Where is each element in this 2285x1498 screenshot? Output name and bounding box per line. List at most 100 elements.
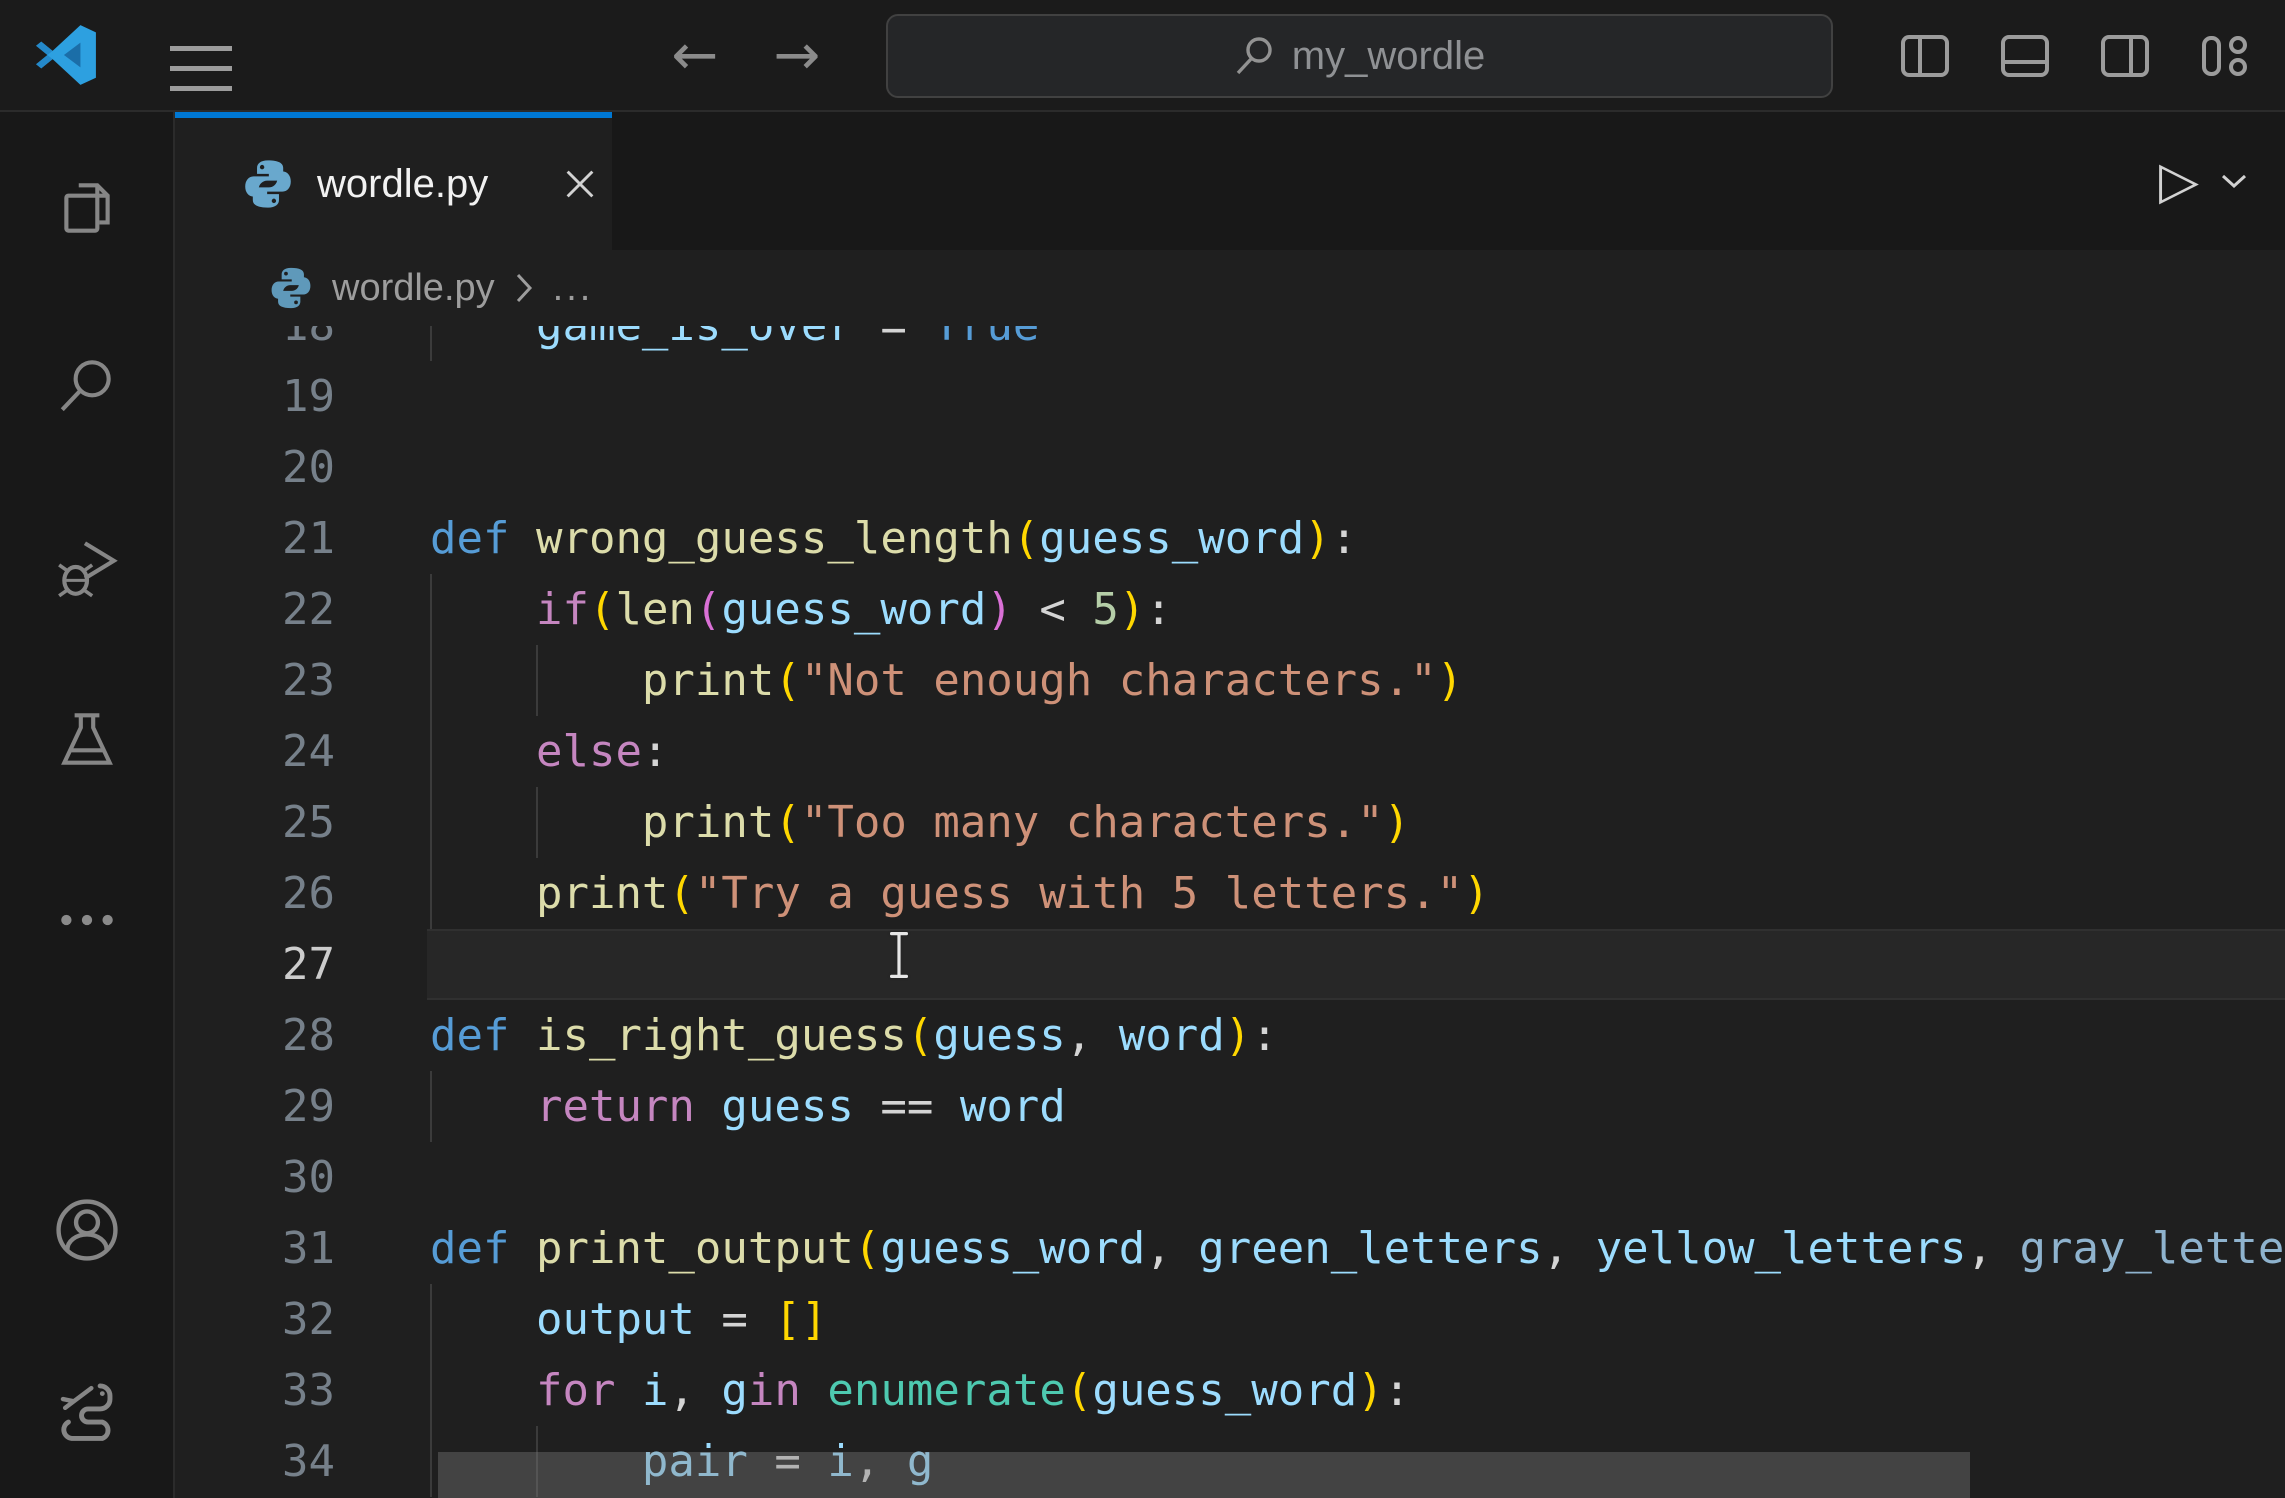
code-line[interactable]: 23 print("Not enough characters.") <box>175 645 2285 716</box>
more-ellipsis-icon[interactable] <box>52 885 122 955</box>
code-line[interactable]: 27 <box>175 929 2285 1000</box>
code-line-content[interactable]: print("Try a guess with 5 letters.") <box>430 858 2285 929</box>
token-b1: ( <box>668 868 695 919</box>
line-number[interactable]: 34 <box>175 1426 335 1497</box>
token-kw: def <box>430 1010 536 1061</box>
token-type: enumerate <box>827 1365 1065 1416</box>
indent-guide <box>430 716 432 787</box>
line-number[interactable]: 27 <box>175 929 335 1000</box>
search-icon[interactable] <box>52 351 122 421</box>
breadcrumb-ellipsis[interactable]: ... <box>553 267 594 310</box>
run-play-icon[interactable]: ▷ <box>2159 155 2199 207</box>
customize-layout-icon[interactable] <box>2193 24 2257 88</box>
search-command-center[interactable]: my_wordle <box>886 14 1833 98</box>
code-line[interactable]: 19 <box>175 361 2285 432</box>
code-line[interactable]: 22 if(len(guess_word) < 5): <box>175 574 2285 645</box>
chevron-down-icon[interactable] <box>2219 171 2249 191</box>
nav-back-button[interactable]: ← <box>660 8 730 104</box>
code-line[interactable]: 31 def print_output(guess_word, green_let… <box>175 1213 2285 1284</box>
line-number[interactable]: 22 <box>175 574 335 645</box>
code-line[interactable]: 33 for i, gin enumerate(guess_word): <box>175 1355 2285 1426</box>
token-var: guess_word <box>721 584 986 635</box>
code-line-content[interactable]: output = [] <box>430 1284 2285 1355</box>
line-number[interactable]: 30 <box>175 1142 335 1213</box>
code-line[interactable]: 24 else: <box>175 716 2285 787</box>
vscode-logo-icon <box>33 22 99 88</box>
token-fn: wrong_guess_length <box>536 513 1013 564</box>
python-snake-icon[interactable] <box>52 1375 122 1445</box>
code-line[interactable]: 32 output = [] <box>175 1284 2285 1355</box>
code-line[interactable]: 28 def is_right_guess(guess, word): <box>175 1000 2285 1071</box>
code-line-content[interactable]: print("Not enough characters.") <box>430 645 2285 716</box>
account-icon[interactable] <box>52 1195 122 1265</box>
code-line-content[interactable]: for i, gin enumerate(guess_word): <box>430 1355 2285 1426</box>
run-debug-icon[interactable] <box>52 533 122 603</box>
token-ctrl: for <box>536 1365 642 1416</box>
code-line[interactable]: 29 return guess == word <box>175 1071 2285 1142</box>
chevron-right-icon <box>513 271 535 305</box>
line-number[interactable]: 24 <box>175 716 335 787</box>
token-kw: def <box>430 1223 536 1274</box>
close-icon[interactable] <box>558 162 602 206</box>
token-kw: def <box>430 513 536 564</box>
line-number[interactable]: 26 <box>175 858 335 929</box>
menu-hamburger-icon[interactable] <box>170 46 232 94</box>
toggle-panel-bottom-icon[interactable] <box>1993 24 2057 88</box>
token-op: : <box>642 726 669 777</box>
token-b1: ) <box>1119 584 1146 635</box>
token-fn: print <box>536 868 668 919</box>
token-b1: ( <box>774 655 801 706</box>
line-number[interactable]: 19 <box>175 361 335 432</box>
tab-label: wordle.py <box>317 162 488 207</box>
line-number[interactable]: 33 <box>175 1355 335 1426</box>
line-number[interactable]: 31 <box>175 1213 335 1284</box>
line-number[interactable]: 25 <box>175 787 335 858</box>
token-b2: ) <box>986 584 1013 635</box>
testing-flask-icon[interactable] <box>52 705 122 775</box>
line-number[interactable]: 32 <box>175 1284 335 1355</box>
toggle-panel-left-icon[interactable] <box>1893 24 1957 88</box>
code-line[interactable]: 30 <box>175 1142 2285 1213</box>
code-line[interactable]: 21 def wrong_guess_length(guess_word): <box>175 503 2285 574</box>
horizontal-scrollbar-thumb[interactable] <box>438 1452 1970 1498</box>
breadcrumbs: wordle.py ... <box>175 250 2285 326</box>
line-number[interactable]: 23 <box>175 645 335 716</box>
code-line-content[interactable]: else: <box>430 716 2285 787</box>
code-line-content[interactable]: def wrong_guess_length(guess_word): <box>430 503 2285 574</box>
code-line-content[interactable]: def print_output(guess_word, green_lette… <box>430 1213 2285 1284</box>
token-op: , <box>668 1365 721 1416</box>
python-icon <box>241 157 295 211</box>
vscode-window: ← → my_wordle <box>0 0 2285 1498</box>
token-b1: ) <box>1384 797 1411 848</box>
explorer-files-icon[interactable] <box>52 173 122 243</box>
line-number[interactable]: 28 <box>175 1000 335 1071</box>
code-line-content[interactable]: if(len(guess_word) < 5): <box>430 574 2285 645</box>
line-number[interactable]: 21 <box>175 503 335 574</box>
code-line[interactable]: 26 print("Try a guess with 5 letters.") <box>175 858 2285 929</box>
token-b1: ( <box>854 1223 881 1274</box>
tab-wordle-py[interactable]: wordle.py <box>175 112 612 250</box>
python-icon <box>268 265 314 311</box>
code-line-content[interactable]: print("Too many characters.") <box>430 787 2285 858</box>
token-ctrl: if <box>536 584 589 635</box>
line-number[interactable]: 20 <box>175 432 335 503</box>
token-ctrl: return <box>536 1081 721 1132</box>
search-value: my_wordle <box>1292 34 1485 79</box>
token-var: i <box>642 1365 669 1416</box>
code-line-content[interactable]: def is_right_guess(guess, word): <box>430 1000 2285 1071</box>
code-line[interactable]: 25 print("Too many characters.") <box>175 787 2285 858</box>
token-ind <box>430 1365 536 1416</box>
token-op: : <box>1145 584 1172 635</box>
token-b2: ( <box>695 584 722 635</box>
nav-forward-button[interactable]: → <box>762 8 832 104</box>
token-ctrl: else <box>536 726 642 777</box>
token-b1: ) <box>1225 1010 1252 1061</box>
breadcrumb-file[interactable]: wordle.py <box>332 267 495 310</box>
code-line-content[interactable]: return guess == word <box>430 1071 2285 1142</box>
tab-bar: wordle.py ▷ <box>175 112 2285 250</box>
mouse-cursor-ibeam <box>887 930 911 980</box>
line-number[interactable]: 29 <box>175 1071 335 1142</box>
token-op: : <box>1384 1365 1411 1416</box>
code-line[interactable]: 20 <box>175 432 2285 503</box>
toggle-panel-right-icon[interactable] <box>2093 24 2157 88</box>
